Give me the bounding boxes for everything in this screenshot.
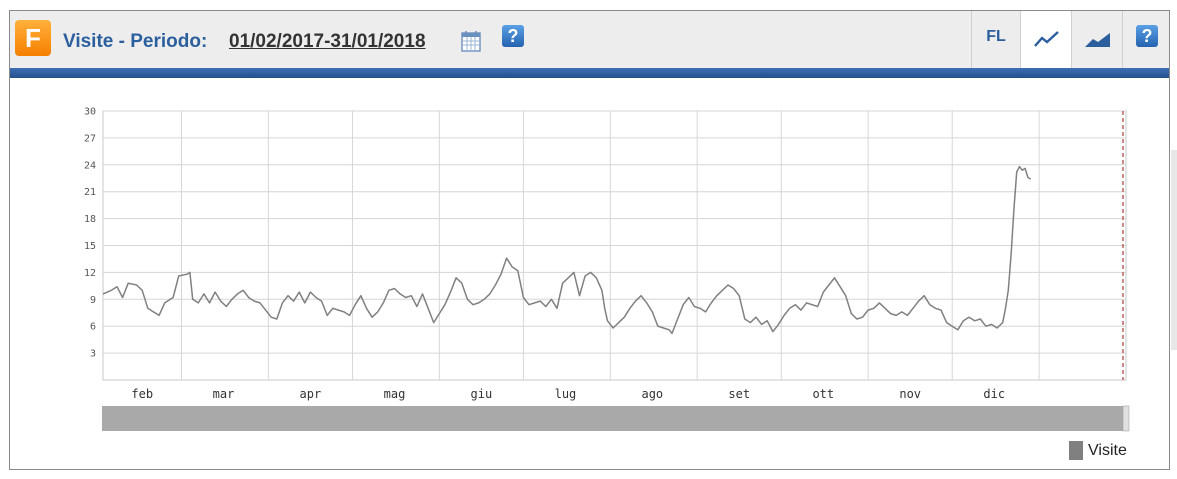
y-tick-label: 6: [90, 322, 96, 333]
y-tick-label: 18: [84, 214, 96, 225]
x-tick-label: feb: [131, 387, 153, 401]
x-tick-label: mar: [213, 387, 235, 401]
x-tick-label: ott: [812, 387, 834, 401]
legend-swatch: [1069, 441, 1083, 460]
y-tick-label: 9: [90, 295, 96, 306]
y-tick-label: 12: [84, 268, 96, 279]
y-tick-label: 15: [84, 241, 96, 252]
y-tick-label: 21: [84, 187, 96, 198]
x-tick-label: ago: [641, 387, 663, 401]
range-selector-bar[interactable]: [102, 406, 1123, 431]
x-tick-label: mag: [384, 387, 406, 401]
x-tick-label: apr: [300, 387, 322, 401]
y-tick-label: 27: [84, 133, 96, 144]
line-chart: 3 6 9 12 15 18 21 24 27 30 feb mar apr mag giu lug ago se…: [84, 107, 1130, 432]
x-tick-label: lug: [555, 387, 577, 401]
page-scrollbar[interactable]: [1171, 150, 1177, 350]
y-tick-label: 3: [90, 349, 96, 360]
y-tick-label: 24: [84, 160, 96, 171]
x-tick-label: nov: [899, 387, 921, 401]
range-selector-handle[interactable]: [1122, 405, 1130, 432]
x-tick-label: giu: [471, 387, 493, 401]
chart-panel: F Visite - Periodo: 01/02/2017-31/01/201…: [9, 10, 1170, 470]
legend-label[interactable]: Visite: [1088, 442, 1127, 460]
x-tick-label: set: [728, 387, 750, 401]
x-tick-label: dic: [983, 387, 1005, 401]
y-tick-label: 30: [84, 107, 96, 118]
